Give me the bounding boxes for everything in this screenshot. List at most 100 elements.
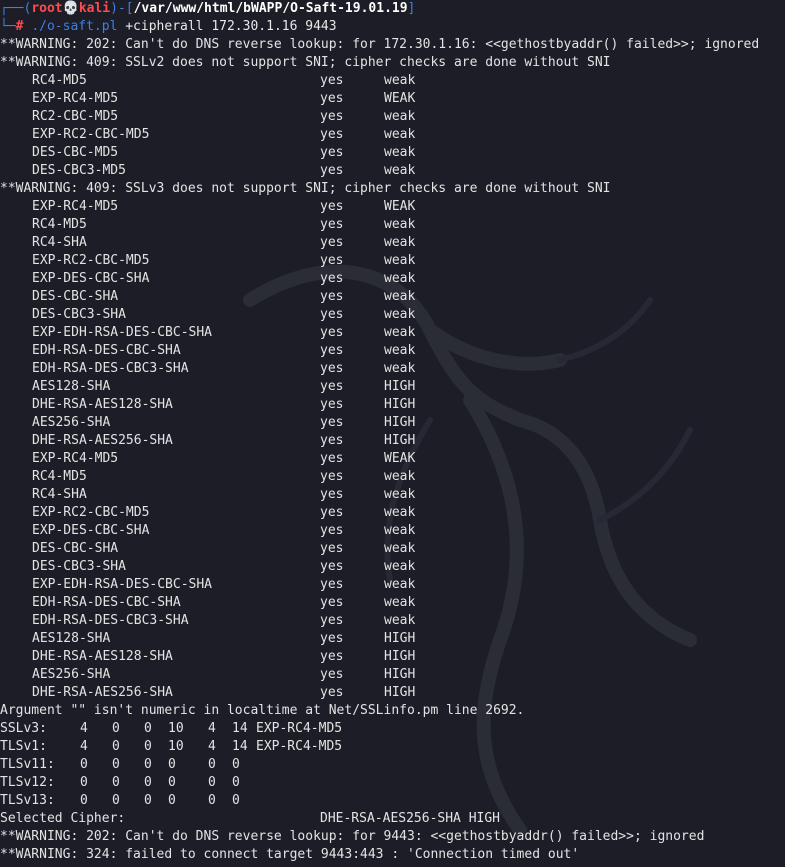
summary-count: 0 [144,775,152,790]
warning-line: **WARNING: 409: SSLv2 does not support S… [0,55,611,70]
cipher-supported: yes [320,289,344,304]
cipher-supported: yes [320,523,344,538]
cipher-name: EXP-EDH-RSA-DES-CBC-SHA [32,325,213,340]
summary-count: 0 [208,775,216,790]
cipher-name: DES-CBC3-MD5 [32,163,126,178]
cipher-supported: yes [320,361,344,376]
cipher-name: DHE-RSA-AES256-SHA [32,685,173,700]
prompt-line-2[interactable]: └─# ./o-saft.pl +cipherall 172.30.1.16 9… [0,18,337,36]
cipher-grade: weak [384,469,416,484]
summary-count: 0 [232,793,240,808]
cipher-supported: yes [320,271,344,286]
cipher-row: AES256-SHA yes HIGH [0,666,785,684]
cipher-row: RC4-MD5 yes weak [0,72,785,90]
cipher-grade: weak [384,145,416,160]
summary-count: 0 [232,775,240,790]
skull-icon: 💀 [62,1,79,16]
protocol-label: SSLv3: [0,721,47,736]
summary-row: SSLv3: 4 0 0 10 4 14 EXP-RC4-MD5 [0,720,785,738]
prompt-host: kali [78,1,111,16]
summary-count: 0 [168,775,176,790]
cipher-grade: HIGH [384,415,416,430]
cipher-name: AES256-SHA [32,415,111,430]
cipher-grade: weak [384,343,416,358]
cipher-grade: HIGH [384,685,416,700]
cipher-row: EXP-EDH-RSA-DES-CBC-SHA yes weak [0,324,785,342]
cipher-name: DES-CBC-MD5 [32,145,119,160]
cipher-supported: yes [320,199,344,214]
cipher-supported: yes [320,487,344,502]
prompt-path: /var/www/html/bWAPP/O-Saft-19.01.19 [133,1,408,16]
cipher-row: EXP-RC4-MD5 yes WEAK [0,198,785,216]
prompt-user: root [31,1,63,16]
cipher-name: RC4-SHA [32,487,87,502]
summary-cipher: EXP-RC4-MD5 [256,721,343,736]
cipher-supported: yes [320,577,344,592]
cipher-supported: yes [320,433,344,448]
cipher-supported: yes [320,505,344,520]
cipher-row: DHE-RSA-AES128-SHA yes HIGH [0,396,785,414]
cipher-grade: weak [384,217,416,232]
summary-count: 0 [80,775,88,790]
summary-count: 0 [144,757,152,772]
cipher-grade: HIGH [384,649,416,664]
cipher-row: DHE-RSA-AES128-SHA yes HIGH [0,648,785,666]
summary-count: 0 [232,757,240,772]
cipher-supported: yes [320,559,344,574]
summary-count: 0 [144,793,152,808]
selected-cipher-label: Selected Cipher: [0,811,126,826]
cipher-name: AES128-SHA [32,631,111,646]
summary-count: 4 [208,721,216,736]
command-args: +cipherall 172.30.1.16 9443 [125,19,337,34]
selected-cipher-value: DHE-RSA-AES256-SHA HIGH [320,811,501,826]
cipher-row: DES-CBC-SHA yes weak [0,540,785,558]
cipher-grade: weak [384,595,416,610]
cipher-grade: weak [384,361,416,376]
summary-count: 0 [168,757,176,772]
cipher-name: DES-CBC3-SHA [32,307,126,322]
cipher-grade: weak [384,505,416,520]
cipher-supported: yes [320,127,344,142]
summary-cipher: EXP-RC4-MD5 [256,739,343,754]
cipher-supported: yes [320,379,344,394]
cipher-name: DHE-RSA-AES128-SHA [32,649,173,664]
protocol-label: TLSv13: [0,793,55,808]
cipher-grade: weak [384,559,416,574]
cipher-row: DHE-RSA-AES256-SHA yes HIGH [0,432,785,450]
selected-cipher-line: Selected Cipher: DHE-RSA-AES256-SHA HIGH [0,810,785,828]
cipher-row: EXP-RC2-CBC-MD5 yes weak [0,252,785,270]
summary-row: TLSv12: 0 0 0 0 0 0 [0,774,785,792]
warning-line: **WARNING: 202: Can't do DNS reverse loo… [0,37,760,52]
summary-count: 0 [112,775,120,790]
cipher-row: EDH-RSA-DES-CBC-SHA yes weak [0,342,785,360]
cipher-supported: yes [320,109,344,124]
cipher-supported: yes [320,541,344,556]
cipher-name: AES128-SHA [32,379,111,394]
cipher-name: EXP-RC2-CBC-MD5 [32,253,150,268]
summary-row: TLSv11: 0 0 0 0 0 0 [0,756,785,774]
cipher-grade: weak [384,235,416,250]
cipher-grade: HIGH [384,433,416,448]
cipher-row: DES-CBC-SHA yes weak [0,288,785,306]
warning-line: **WARNING: 324: failed to connect target… [0,847,580,862]
cipher-name: EDH-RSA-DES-CBC-SHA [32,595,181,610]
cipher-grade: weak [384,487,416,502]
cipher-row: EXP-RC4-MD5 yes WEAK [0,90,785,108]
cipher-grade: weak [384,613,416,628]
cipher-supported: yes [320,415,344,430]
cipher-supported: yes [320,235,344,250]
cipher-grade: HIGH [384,667,416,682]
cipher-name: RC4-SHA [32,235,87,250]
summary-count: 4 [80,739,88,754]
summary-count: 0 [168,793,176,808]
cipher-supported: yes [320,595,344,610]
command-program: ./o-saft.pl [31,19,118,34]
cipher-grade: weak [384,271,416,286]
cipher-grade: WEAK [384,91,416,106]
summary-count: 0 [112,739,120,754]
cipher-row: DES-CBC3-MD5 yes weak [0,162,785,180]
protocol-label: TLSv1: [0,739,47,754]
summary-row: TLSv1: 4 0 0 10 4 14 EXP-RC4-MD5 [0,738,785,756]
cipher-name: DES-CBC-SHA [32,541,119,556]
cipher-grade: weak [384,307,416,322]
